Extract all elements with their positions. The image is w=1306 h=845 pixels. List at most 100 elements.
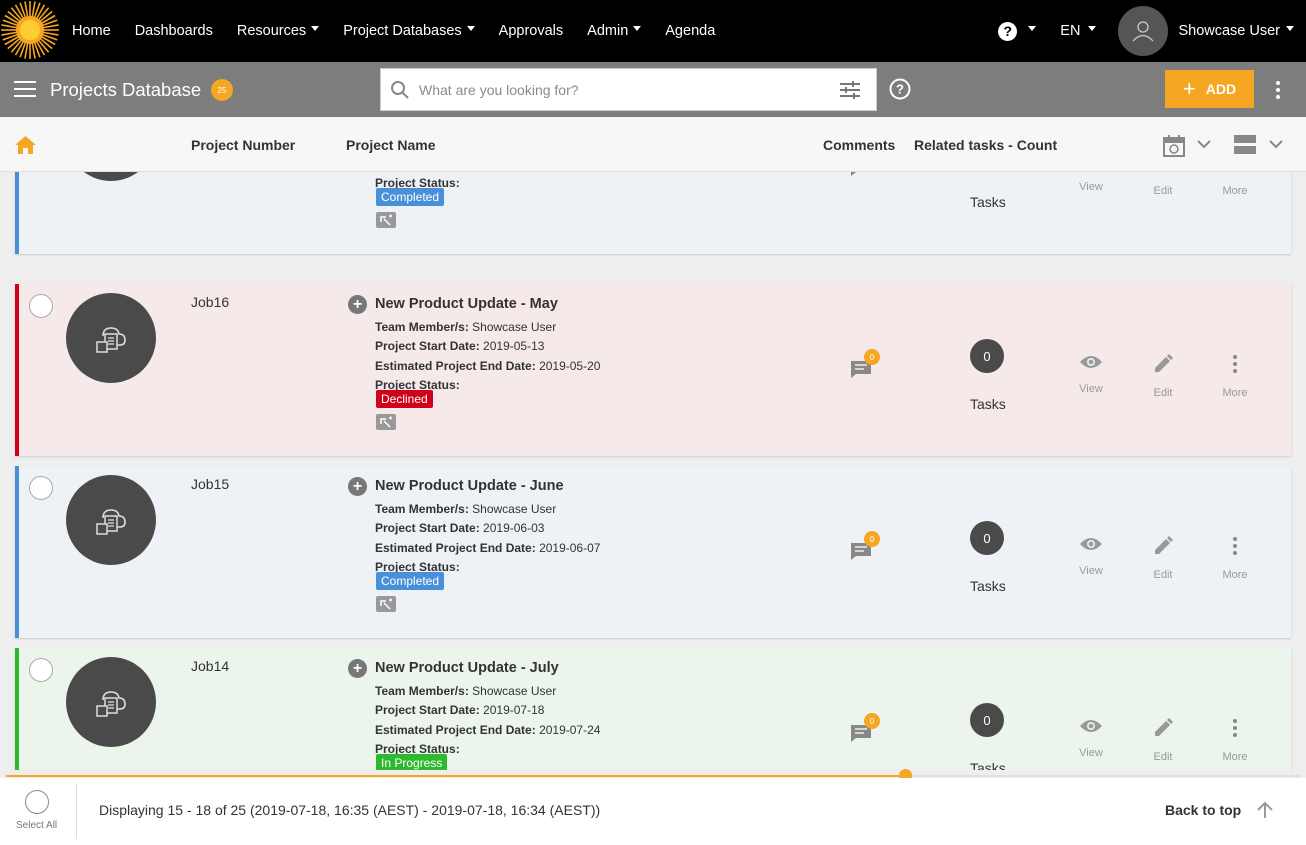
task-count-badge[interactable]: 0 [970,521,1004,555]
row-select-checkbox[interactable] [29,658,53,682]
pencil-icon [1155,354,1173,372]
project-thumbnail[interactable] [66,475,156,565]
view-button[interactable]: View [1071,536,1111,577]
home-icon[interactable] [15,136,36,154]
project-name[interactable]: New Product Update - May [375,296,558,312]
kebab-menu-icon[interactable] [1273,79,1283,101]
filter-sliders-icon[interactable] [839,80,861,100]
user-caret-icon[interactable] [1286,25,1294,31]
table-row[interactable]: Estimated Project End Date: 2019-03-20Pr… [15,172,1291,254]
record-count-badge: 25 [211,79,233,101]
calendar-history-icon[interactable] [1162,134,1186,158]
status-badge: Declined [376,390,433,408]
task-count-badge[interactable]: 0 [970,703,1004,737]
arrow-up-icon[interactable] [1256,801,1274,819]
user-name[interactable]: Showcase User [1178,23,1280,39]
end-date: Estimated Project End Date: 2019-06-07 [375,541,600,555]
column-project-number[interactable]: Project Number [191,137,295,153]
row-select-checkbox[interactable] [29,476,53,500]
start-date-label: Project Start Date: [375,521,480,535]
cloud-document-icon [96,691,126,717]
status-badge: In Progress [376,754,448,770]
start-date: Project Start Date: 2019-07-18 [375,703,544,717]
project-thumbnail[interactable] [66,657,156,747]
database-toolbar: Projects Database 25 ? + ADD [0,62,1306,117]
project-name[interactable]: New Product Update - June [375,478,564,494]
nav-item-project-databases[interactable]: Project Databases [343,23,475,39]
nav-item-dashboards[interactable]: Dashboards [135,23,213,39]
more-label: More [1222,751,1248,763]
sun-logo-icon[interactable] [0,0,60,60]
user-avatar[interactable] [1118,6,1169,56]
add-button[interactable]: + ADD [1165,70,1254,108]
dropdown-caret-icon [633,25,642,31]
more-button[interactable]: More [1215,536,1255,581]
nav-item-label: Approvals [498,23,564,39]
end-date-label: Estimated Project End Date: [375,541,536,555]
view-button[interactable]: View [1071,718,1111,759]
add-button-label: ADD [1205,81,1237,97]
comment-icon[interactable] [849,172,873,177]
more-button[interactable]: More [1215,718,1255,763]
view-button[interactable]: View [1071,172,1111,193]
nav-item-admin[interactable]: Admin [587,23,642,39]
table-row[interactable]: Job15 + New Product Update - June Team Memb… [15,466,1291,638]
view-layout-icon[interactable] [1234,135,1256,155]
nav-item-label: Project Databases [343,23,462,39]
displaying-range: Displaying 15 - 18 of 25 (2019-07-18, 16… [99,802,601,818]
project-number: Job14 [191,658,230,674]
nav-item-approvals[interactable]: Approvals [499,23,563,39]
view-label: View [1079,181,1103,193]
project-thumbnail[interactable] [66,293,156,383]
more-button[interactable]: More [1215,354,1255,399]
add-link-icon[interactable] [375,211,397,229]
language-select[interactable]: EN [1060,23,1080,39]
table-row[interactable]: Job16 + New Product Update - May Team Membe… [15,284,1291,456]
expand-plus-icon[interactable]: + [348,659,367,678]
team-members: Team Member/s: Showcase User [375,684,556,698]
row-select-checkbox[interactable] [29,294,53,318]
status-badge: Completed [376,188,445,206]
nav-item-agenda[interactable]: Agenda [665,23,715,39]
edit-button[interactable]: Edit [1143,718,1183,763]
edit-button[interactable]: Edit [1143,172,1183,197]
column-related-tasks[interactable]: Related tasks - Count [914,137,1057,153]
nav-right: ? EN Showcase User [998,0,1306,62]
layout-chevron-down-icon[interactable] [1269,139,1283,149]
select-all-label[interactable]: Select All [16,820,57,831]
more-dots-icon [1233,355,1237,373]
scroll-progress[interactable] [6,769,1300,782]
help-caret-icon[interactable] [1028,25,1037,31]
help-menu-icon[interactable]: ? [998,21,1018,41]
add-link-icon[interactable] [375,595,397,613]
search-input[interactable] [419,69,819,110]
back-to-top-button[interactable]: Back to top [1165,802,1241,818]
select-all-checkbox[interactable] [25,790,49,814]
hamburger-menu-icon[interactable] [14,81,36,98]
table-row[interactable]: Job14 + New Product Update - July Team Memb… [15,648,1291,770]
more-button[interactable]: More [1215,172,1255,197]
task-count-badge[interactable]: 0 [970,339,1004,373]
edit-button[interactable]: Edit [1143,354,1183,399]
team-members-label: Team Member/s: [375,684,469,698]
language-caret-icon[interactable] [1088,25,1097,31]
column-project-name[interactable]: Project Name [346,137,435,153]
end-date-value: 2019-05-20 [539,359,601,373]
cloud-document-icon [96,327,126,353]
expand-plus-icon[interactable]: + [348,477,367,496]
end-date: Estimated Project End Date: 2019-07-24 [375,723,600,737]
chevron-down-icon[interactable] [1197,139,1211,149]
view-button[interactable]: View [1071,354,1111,395]
edit-button[interactable]: Edit [1143,536,1183,581]
column-comments[interactable]: Comments [823,137,895,153]
help-circle-icon[interactable]: ? [889,78,911,100]
nav-item-home[interactable]: Home [72,23,111,39]
project-thumbnail[interactable] [66,172,156,181]
nav-item-resources[interactable]: Resources [237,23,320,39]
nav-item-label: Home [72,23,111,39]
start-date: Project Start Date: 2019-05-13 [375,339,544,353]
project-name[interactable]: New Product Update - July [375,660,559,676]
team-members-label: Team Member/s: [375,502,469,516]
expand-plus-icon[interactable]: + [348,295,367,314]
add-link-icon[interactable] [375,413,397,431]
